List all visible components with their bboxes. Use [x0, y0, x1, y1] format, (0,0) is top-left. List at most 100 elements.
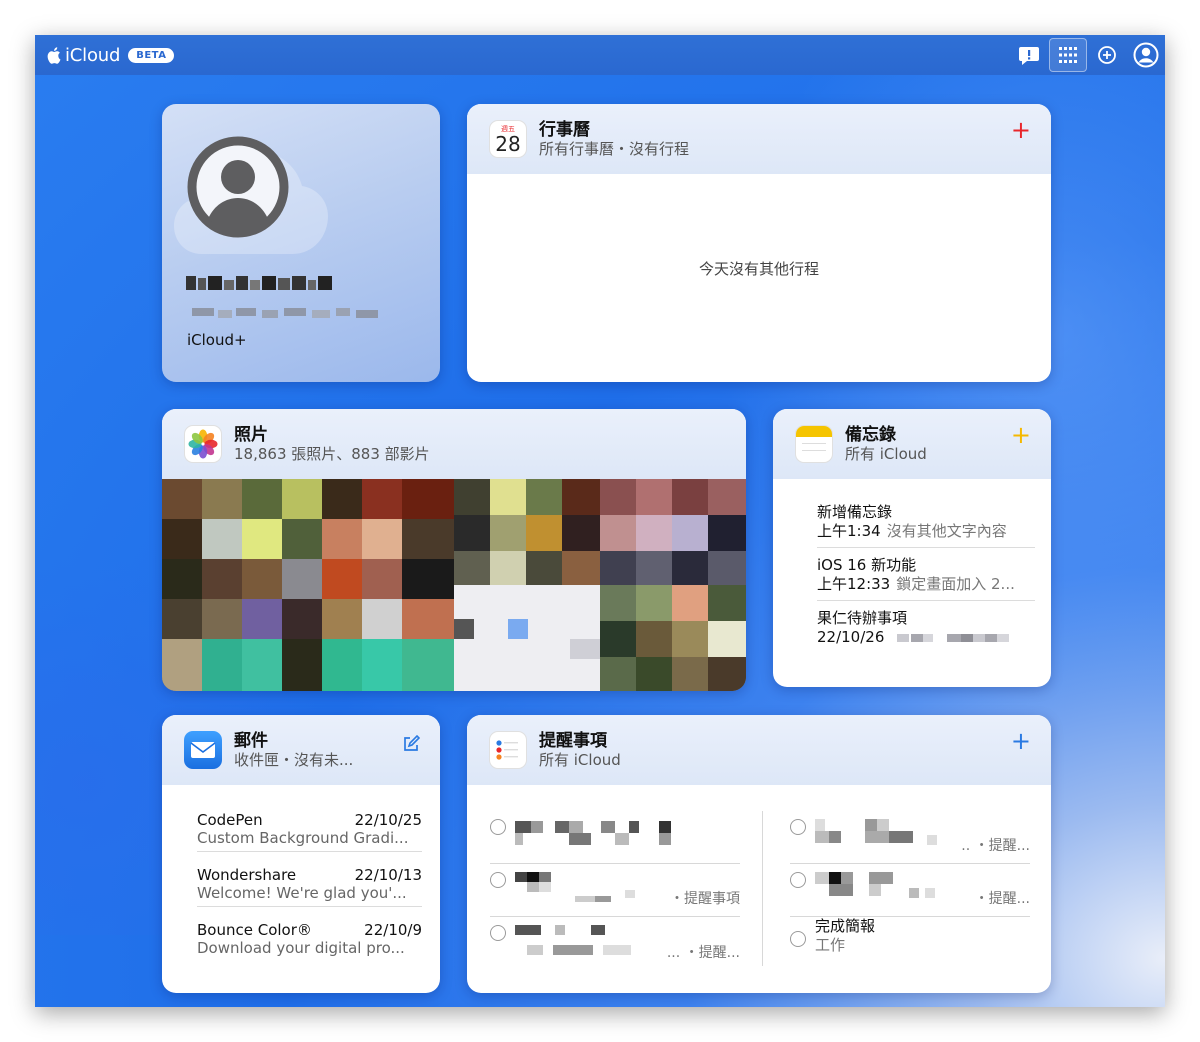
note-time: 上午12:33 [817, 575, 891, 593]
feedback-icon [1019, 47, 1039, 65]
mail-app-icon [184, 731, 222, 769]
calendar-add-button[interactable]: + [1011, 118, 1031, 142]
mail-preview: Custom Background Gradi... [197, 829, 409, 847]
compose-icon [404, 734, 421, 751]
reminders-subtitle: 所有 iCloud [539, 751, 621, 769]
note-preview: 沒有其他文字內容 [886, 522, 1007, 540]
feedback-button[interactable] [1010, 38, 1048, 72]
note-item[interactable]: iOS 16 新功能 上午12:33 鎖定畫面加入 2... [817, 556, 1035, 601]
note-preview: 鎖定畫面加入 2... [896, 575, 1015, 593]
reminder-list-name: ・提醒... [974, 891, 1030, 907]
calendar-subtitle: 所有行事曆・沒有行程 [539, 140, 690, 158]
reminders-title: 提醒事項 [539, 731, 607, 751]
mail-header: 郵件 收件匣・沒有未... [162, 715, 440, 785]
reminder-checkbox[interactable] [490, 872, 506, 888]
reminder-checkbox[interactable] [790, 931, 806, 947]
note-title: 果仁待辦事項 [817, 609, 908, 627]
icloud-home-link[interactable]: iCloud BETA [47, 44, 175, 66]
reminder-checkbox[interactable] [490, 925, 506, 941]
mail-list: CodePen 22/10/25 Custom Background Gradi.… [197, 811, 422, 975]
photos-header: 照片 18,863 張照片、883 部影片 [162, 409, 746, 479]
notes-subtitle: 所有 iCloud [845, 445, 927, 463]
add-button[interactable] [1088, 38, 1126, 72]
note-title: 新增備忘錄 [817, 503, 893, 521]
reminder-item[interactable]: 完成簡報 工作 [790, 917, 1030, 970]
avatar-icon [187, 136, 289, 238]
icloud-window: iCloud BETA iCloud+ 週五 28 行事曆 所有行事曆・沒有行程… [35, 35, 1165, 1007]
mail-date: 22/10/13 [354, 866, 422, 884]
profile-card[interactable]: iCloud+ [162, 104, 440, 382]
mail-preview: Welcome! We're glad you'... [197, 884, 407, 902]
photos-title: 照片 [234, 425, 268, 445]
reminder-list-name: 工作 [815, 936, 846, 954]
app-grid-icon [1059, 47, 1077, 63]
beta-badge: BETA [128, 47, 175, 63]
notes-title: 備忘錄 [845, 425, 896, 445]
mail-date: 22/10/9 [364, 921, 422, 939]
apple-icon [47, 47, 61, 64]
mail-sender: CodePen [197, 811, 263, 829]
reminder-checkbox[interactable] [790, 819, 806, 835]
mail-item[interactable]: Bounce Color® 22/10/9 Download your digit… [197, 921, 422, 961]
reminder-list-name: ・提醒事項 [670, 891, 740, 907]
reminder-checkbox[interactable] [790, 872, 806, 888]
notes-header: 備忘錄 所有 iCloud + [773, 409, 1051, 479]
notes-card[interactable]: 備忘錄 所有 iCloud + 新增備忘錄 上午1:34 沒有其他文字內容 iOS… [773, 409, 1051, 687]
notes-add-button[interactable]: + [1011, 423, 1031, 447]
top-bar-actions [1009, 35, 1165, 75]
reminders-app-icon [489, 731, 527, 769]
reminders-right-column: .. ・提醒... ・提醒... 完成簡報 工作 [790, 811, 1030, 970]
blurred-reminder-title [515, 821, 671, 845]
reminder-item[interactable] [490, 811, 740, 864]
note-item[interactable]: 果仁待辦事項 22/10/26 [817, 609, 1035, 653]
photos-app-icon [184, 425, 222, 463]
app-grid-button[interactable] [1049, 38, 1087, 72]
add-icon [1098, 46, 1116, 64]
mail-title: 郵件 [234, 731, 268, 751]
mail-sender: Wondershare [197, 866, 297, 884]
envelope-icon [190, 742, 216, 758]
blurred-note-preview [897, 633, 1010, 642]
reminders-column-divider [762, 811, 763, 966]
reminders-card[interactable]: 提醒事項 所有 iCloud + ・提醒事項 ... ・提醒... .. ・提醒… [467, 715, 1051, 993]
brand-name: iCloud [65, 44, 121, 66]
account-icon [1133, 42, 1159, 68]
mail-preview: Download your digital pro... [197, 939, 405, 957]
reminders-left-column: ・提醒事項 ... ・提醒... [490, 811, 740, 970]
reminders-add-button[interactable]: + [1011, 729, 1031, 753]
reminder-title: 完成簡報 [815, 917, 876, 935]
notes-app-icon [795, 425, 833, 463]
photos-card[interactable]: 照片 18,863 張照片、883 部影片 [162, 409, 746, 691]
note-item[interactable]: 新增備忘錄 上午1:34 沒有其他文字內容 [817, 503, 1035, 548]
account-button[interactable] [1127, 38, 1165, 72]
reminder-item[interactable]: ... ・提醒... [490, 917, 740, 970]
mail-item[interactable]: Wondershare 22/10/13 Welcome! We're glad … [197, 866, 422, 907]
mail-subtitle: 收件匣・沒有未... [234, 751, 354, 769]
reminder-list-name: ... ・提醒... [666, 945, 740, 961]
calendar-day: 28 [495, 132, 521, 156]
calendar-title: 行事曆 [539, 120, 590, 140]
plan-label: iCloud+ [187, 331, 247, 349]
note-time: 22/10/26 [817, 628, 885, 646]
photo-tile-3 [600, 479, 746, 691]
top-bar: iCloud BETA [35, 35, 1165, 75]
reminder-checkbox[interactable] [490, 819, 506, 835]
mail-card[interactable]: 郵件 收件匣・沒有未... CodePen 22/10/25 Custom Bac… [162, 715, 440, 993]
note-title: iOS 16 新功能 [817, 556, 917, 574]
photo-tile-2 [454, 479, 600, 691]
notes-list: 新增備忘錄 上午1:34 沒有其他文字內容 iOS 16 新功能 上午12:33 鎖… [817, 503, 1035, 661]
calendar-card[interactable]: 週五 28 行事曆 所有行事曆・沒有行程 + 今天沒有其他行程 [467, 104, 1051, 382]
photos-subtitle: 18,863 張照片、883 部影片 [234, 445, 430, 463]
compose-button[interactable] [402, 733, 421, 757]
calendar-empty-message: 今天沒有其他行程 [698, 260, 819, 278]
reminder-item[interactable]: ・提醒事項 [490, 864, 740, 917]
reminder-item[interactable]: ・提醒... [790, 864, 1030, 917]
blurred-account-name [186, 276, 332, 290]
photo-mosaic[interactable] [162, 479, 746, 691]
reminders-header: 提醒事項 所有 iCloud + [467, 715, 1051, 785]
reminder-item[interactable]: .. ・提醒... [790, 811, 1030, 864]
calendar-app-icon: 週五 28 [489, 120, 527, 158]
reminders-list-icon [496, 740, 518, 760]
mail-item[interactable]: CodePen 22/10/25 Custom Background Gradi.… [197, 811, 422, 852]
mail-date: 22/10/25 [354, 811, 422, 829]
